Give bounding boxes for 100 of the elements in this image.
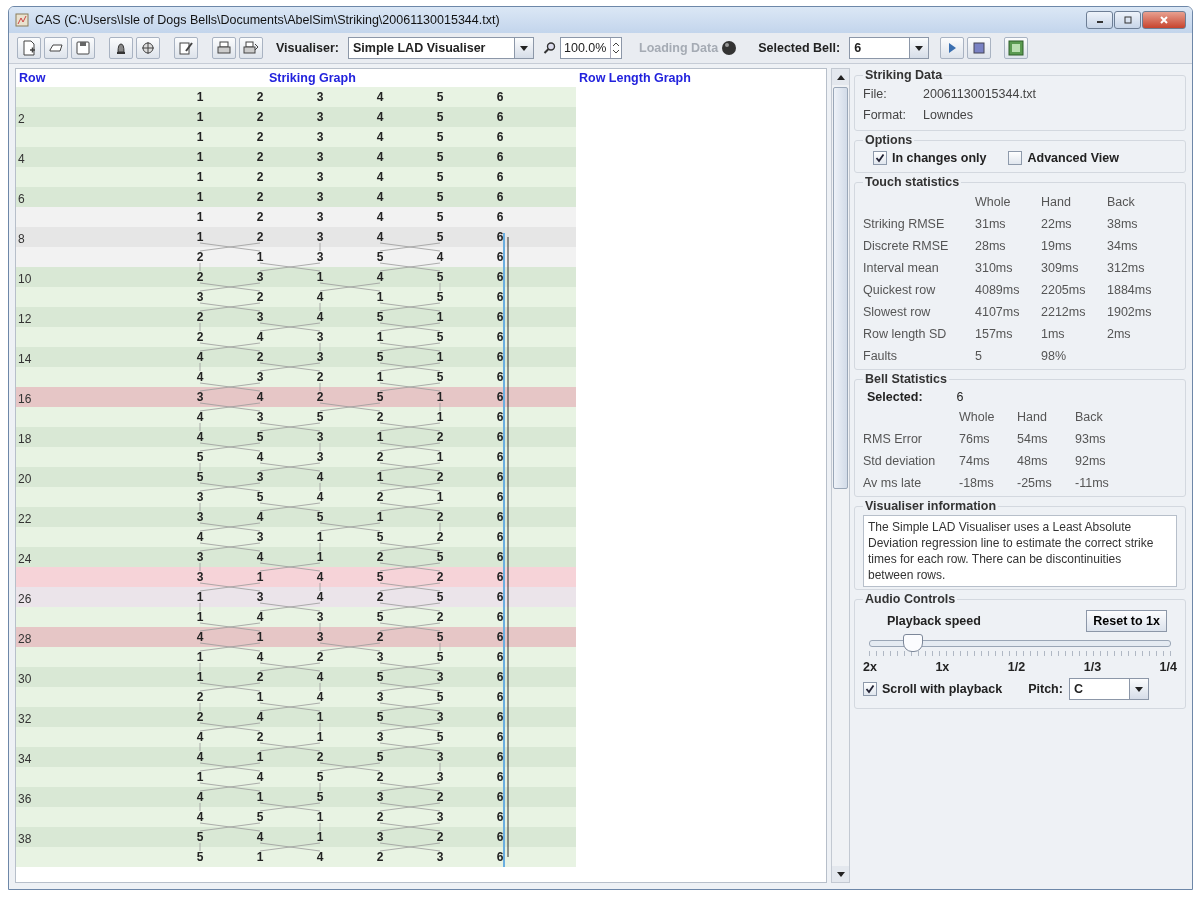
column-header: Hand (1041, 195, 1072, 209)
stat-value: 1884ms (1107, 283, 1153, 297)
bell-number: 3 (315, 170, 325, 184)
bell-number: 5 (435, 650, 445, 664)
row-number: 20 (18, 472, 32, 486)
bell-number: 1 (195, 770, 205, 784)
save-icon[interactable] (71, 37, 95, 59)
slider-label: Playback speed (887, 614, 981, 628)
stop-icon[interactable] (967, 37, 992, 59)
caret-icon (520, 45, 528, 51)
bell-number: 1 (255, 750, 265, 764)
grid-icon[interactable] (1004, 37, 1029, 59)
stat-value: -18ms (959, 476, 995, 490)
stat-value: 5 (975, 349, 983, 363)
bell-number: 6 (495, 110, 505, 124)
visualiser-dropdown[interactable]: Simple LAD Visualiser (348, 37, 534, 59)
stat-value: 34ms (1107, 239, 1139, 253)
visualiser-label: Visualiser: (276, 41, 339, 55)
bell-number: 3 (255, 310, 265, 324)
checkbox[interactable]: Scroll with playback (863, 682, 1003, 696)
compass-icon[interactable] (136, 37, 160, 59)
bell-number: 2 (315, 650, 325, 664)
bell-number: 3 (315, 230, 325, 244)
bell-number: 2 (195, 310, 205, 324)
play-icon[interactable] (940, 37, 965, 59)
bell-number: 4 (195, 530, 205, 544)
stat-value: 19ms (1041, 239, 1073, 253)
bell-number: 2 (375, 590, 385, 604)
bell-number: 1 (315, 810, 325, 824)
bell-number: 4 (255, 450, 265, 464)
bell-number: 3 (375, 650, 385, 664)
bell-number: 2 (195, 690, 205, 704)
bell-number: 2 (435, 430, 445, 444)
column-header: Row (18, 71, 47, 85)
bell-number: 6 (495, 370, 505, 384)
pitch-dropdown[interactable]: C (1068, 678, 1149, 700)
close-button[interactable] (1142, 11, 1186, 29)
bell-number: 6 (495, 650, 505, 664)
bell-number: 4 (195, 410, 205, 424)
zoom-spinner[interactable]: 100.0% (560, 37, 622, 59)
column-header: Row Length Graph (579, 71, 691, 85)
new-file-icon[interactable] (17, 37, 41, 59)
column-header: Back (1107, 195, 1136, 209)
field-label: Format: (863, 108, 905, 122)
bell-number: 5 (435, 590, 445, 604)
selected-bell-dropdown[interactable]: 6 (849, 37, 930, 59)
bell-number: 1 (315, 550, 325, 564)
tick-label: 2x (863, 660, 877, 674)
bell-number: 4 (195, 430, 205, 444)
info-text: The Simple LAD Visualiser uses a Least Absolute Deviation regression line to estimate the correct strike times for each row. There can be discontinuities between rows. (863, 515, 1177, 587)
status-light-icon (721, 40, 738, 56)
bell-number: 2 (315, 750, 325, 764)
stat-label: Striking RMSE (863, 217, 946, 231)
bell-number: 4 (255, 710, 265, 724)
bell-number: 5 (435, 330, 445, 344)
row-number: 32 (18, 712, 32, 726)
bell-number: 5 (255, 810, 265, 824)
bell-number: 4 (195, 810, 205, 824)
maximize-button[interactable] (1114, 11, 1141, 29)
bell-number: 6 (495, 810, 505, 824)
reset-button[interactable]: Reset to 1x (1086, 610, 1167, 632)
scroll-up-icon[interactable] (836, 74, 845, 80)
checkbox[interactable]: Advanced View (1008, 151, 1119, 165)
bell-number: 2 (255, 150, 265, 164)
bell-number: 2 (255, 730, 265, 744)
column-header: Striking Graph (269, 71, 357, 85)
field-label: File: (863, 87, 888, 101)
printer-icon[interactable] (212, 37, 236, 59)
tick-label: 1/3 (1083, 660, 1102, 674)
bell-number: 5 (435, 690, 445, 704)
minimize-button[interactable] (1086, 11, 1113, 29)
bell-number: 4 (375, 150, 385, 164)
edit-icon[interactable] (174, 37, 198, 59)
bell-number: 5 (375, 750, 385, 764)
bell-number: 3 (315, 150, 325, 164)
stat-value: 309ms (1041, 261, 1080, 275)
scrollbar[interactable] (831, 68, 850, 883)
bell-number: 4 (375, 90, 385, 104)
bell-number: 2 (255, 110, 265, 124)
bell-number: 1 (195, 210, 205, 224)
slider-thumb[interactable] (903, 634, 923, 652)
bell-number: 1 (375, 470, 385, 484)
bell-number: 3 (255, 470, 265, 484)
stat-value: 22ms (1041, 217, 1073, 231)
scroll-down-icon[interactable] (836, 871, 845, 877)
column-header: Whole (975, 195, 1012, 209)
bell-number: 4 (435, 250, 445, 264)
bell-number: 5 (375, 310, 385, 324)
bell-number: 3 (315, 190, 325, 204)
bell-number: 2 (255, 130, 265, 144)
bell-number: 6 (495, 750, 505, 764)
row-number: 6 (18, 192, 25, 206)
bell-number: 3 (195, 490, 205, 504)
bell-icon[interactable] (109, 37, 133, 59)
checkbox[interactable]: In changes only (873, 151, 987, 165)
row-number: 10 (18, 272, 32, 286)
bell-number: 5 (315, 510, 325, 524)
bell-number: 4 (195, 790, 205, 804)
selected-bell-label: Selected Bell: (758, 41, 841, 55)
bell-number: 5 (315, 410, 325, 424)
